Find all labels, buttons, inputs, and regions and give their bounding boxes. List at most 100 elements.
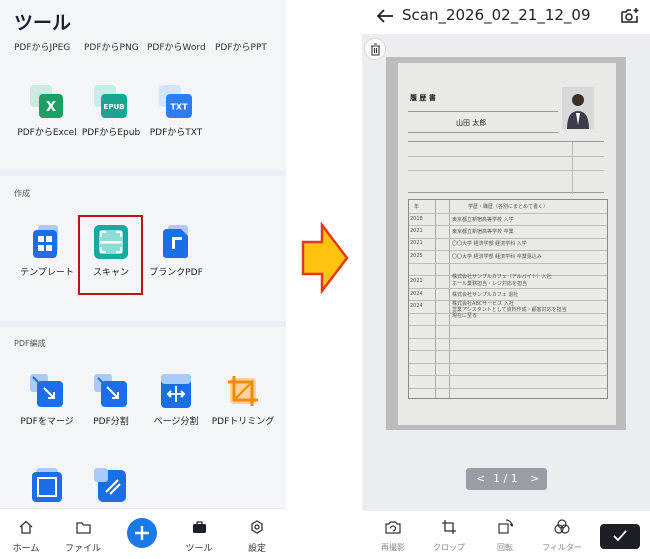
tool-label: PDFからExcel xyxy=(17,128,77,138)
split-icon xyxy=(94,374,128,408)
section-title-organize: PDF編成 xyxy=(14,339,46,348)
history-entry: 〇〇大学 経済学部 経済学科 入学 xyxy=(452,241,527,247)
nav-label: ツール xyxy=(185,544,213,554)
table-row-line xyxy=(409,362,607,364)
tool-label: フィルター xyxy=(542,543,582,552)
year-cell: 2024 xyxy=(410,303,423,309)
crop-icon xyxy=(226,374,260,408)
resume-paper: 履 歴 書 山田 太郎 学歴・職歴（各別にまとめて書く） 年 2018 2021… xyxy=(398,63,616,425)
checkmark-icon xyxy=(613,530,627,542)
tool-pdf-to-jpeg[interactable]: PDFからJPEG xyxy=(14,40,70,53)
compress-icon xyxy=(94,468,128,502)
tool-label: PDFからEpub xyxy=(81,128,141,138)
rotate-button[interactable]: 回転 xyxy=(480,519,530,553)
history-entry: 現在に至る xyxy=(452,313,478,319)
photo-frame xyxy=(562,87,594,129)
section-divider xyxy=(0,170,286,176)
tool-merge-pdf[interactable]: PDFをマージ xyxy=(14,374,80,427)
tool-label: 再撮影 xyxy=(381,543,405,552)
merge-icon xyxy=(30,374,64,408)
nav-home[interactable]: ホーム xyxy=(1,519,51,554)
partial-tool-row: PDFからJPEG PDFからPNG PDFからWord PDFからPPT xyxy=(0,40,286,53)
scan-highlight-box xyxy=(78,215,143,295)
back-arrow-icon[interactable] xyxy=(376,8,394,24)
delete-button[interactable] xyxy=(364,38,386,60)
confirm-button[interactable] xyxy=(600,524,640,549)
page-indicator: < 1 / 1 > xyxy=(466,468,547,490)
next-page-button[interactable]: > xyxy=(530,472,539,485)
page-title: ツール xyxy=(14,12,72,34)
tools-screen: ツール PDFからJPEG PDFからPNG PDFからWord PDFからPP… xyxy=(0,0,286,559)
table-row-line xyxy=(409,212,607,214)
history-entry: 〇〇大学 経済学部 経済学科 卒業見込み xyxy=(452,254,542,260)
tool-label: PDFトリミング xyxy=(211,417,275,427)
tool-pdf-to-ppt[interactable]: PDFからPPT xyxy=(215,40,267,53)
home-icon xyxy=(19,520,33,534)
nav-tools[interactable]: ツール xyxy=(174,519,224,554)
table-row-line xyxy=(409,262,607,264)
excel-icon: X xyxy=(30,85,64,119)
nav-settings[interactable]: 設定 xyxy=(232,519,282,554)
nav-label: ファイル xyxy=(64,544,101,554)
scanned-document-image: 履 歴 書 山田 太郎 学歴・職歴（各別にまとめて書く） 年 2018 2021… xyxy=(386,57,626,430)
table-row-line xyxy=(409,325,607,326)
history-entry: ホール業務担当・レジ対応を担当 xyxy=(452,281,528,287)
nav-files[interactable]: ファイル xyxy=(58,519,108,554)
tool-pdf-to-png[interactable]: PDFからPNG xyxy=(84,40,139,53)
rotate-icon xyxy=(497,519,514,534)
transition-arrow-icon xyxy=(300,221,350,295)
history-entry: 東京都立新宿高等学校 入学 xyxy=(452,217,514,223)
template-icon xyxy=(30,225,64,259)
tool-pdf-to-word[interactable]: PDFからWord xyxy=(147,40,206,53)
crop-icon xyxy=(442,520,456,534)
history-entry: 東京都立新宿高等学校 卒業 xyxy=(452,229,514,235)
tool-pdf-to-epub[interactable]: EPUB PDFからEpub xyxy=(78,85,144,138)
year-cell: 2018 xyxy=(410,216,423,222)
history-header: 学歴・職歴（各別にまとめて書く） xyxy=(468,204,549,210)
year-header: 年 xyxy=(414,204,420,210)
add-camera-icon[interactable] xyxy=(621,7,640,24)
tool-template[interactable]: テンプレート xyxy=(14,225,80,278)
add-button[interactable] xyxy=(127,518,157,548)
section-divider xyxy=(0,321,286,327)
screen: ツール PDFからJPEG PDFからPNG PDFからWord PDFからPP… xyxy=(0,0,650,559)
page-split-icon xyxy=(159,374,193,408)
page-count: 1 / 1 xyxy=(493,472,518,485)
history-entry: 株式会社サンプルカフェ（アルバイト）入社 xyxy=(452,274,552,280)
year-cell: 2025 xyxy=(410,253,423,259)
tool-label: PDFをマージ xyxy=(20,417,74,427)
resume-heading: 履 歴 書 xyxy=(410,94,436,102)
prev-page-button[interactable]: < xyxy=(476,472,485,485)
tool-partial-1[interactable] xyxy=(14,468,80,502)
table-row-line xyxy=(409,350,607,351)
year-cell: 2024 xyxy=(410,291,423,297)
tool-pdf-to-txt[interactable]: TXT PDFからTXT xyxy=(143,85,209,138)
year-cell: 2021 xyxy=(410,278,423,284)
table-row-line xyxy=(409,225,607,226)
tool-page-split[interactable]: ページ分割 xyxy=(143,374,209,427)
crop-button[interactable]: クロップ xyxy=(424,519,474,553)
year-cell: 2021 xyxy=(410,228,423,234)
section-title-create: 作成 xyxy=(14,189,30,198)
tool-partial-2[interactable] xyxy=(78,468,144,502)
tool-blank-pdf[interactable]: ブランクPDF xyxy=(143,225,209,278)
edit-toolbar: 再撮影 クロップ 回転 フィルター xyxy=(362,511,650,559)
tool-label: テンプレート xyxy=(20,268,74,278)
table-row-line xyxy=(409,237,607,239)
tool-label: クロップ xyxy=(433,543,465,552)
resize-icon xyxy=(30,468,64,502)
table-row-line xyxy=(409,287,607,289)
filter-button[interactable]: フィルター xyxy=(537,519,587,553)
svg-text:X: X xyxy=(46,100,56,115)
toolbox-icon xyxy=(192,521,206,533)
tool-split-pdf[interactable]: PDF分割 xyxy=(78,374,144,427)
tool-pdf-to-excel[interactable]: X PDFからExcel xyxy=(14,85,80,138)
retake-button[interactable]: 再撮影 xyxy=(368,519,418,553)
scan-preview-screen: Scan_2026_02_21_12_09 履 歴 書 山田 太郎 学歴・職歴（… xyxy=(362,0,650,559)
nav-label: 設定 xyxy=(247,544,266,554)
year-cell: 2021 xyxy=(410,240,423,246)
filter-icon xyxy=(554,519,570,534)
plus-icon xyxy=(135,526,149,540)
svg-text:TXT: TXT xyxy=(170,103,188,112)
tool-crop-pdf[interactable]: PDFトリミング xyxy=(205,374,281,427)
